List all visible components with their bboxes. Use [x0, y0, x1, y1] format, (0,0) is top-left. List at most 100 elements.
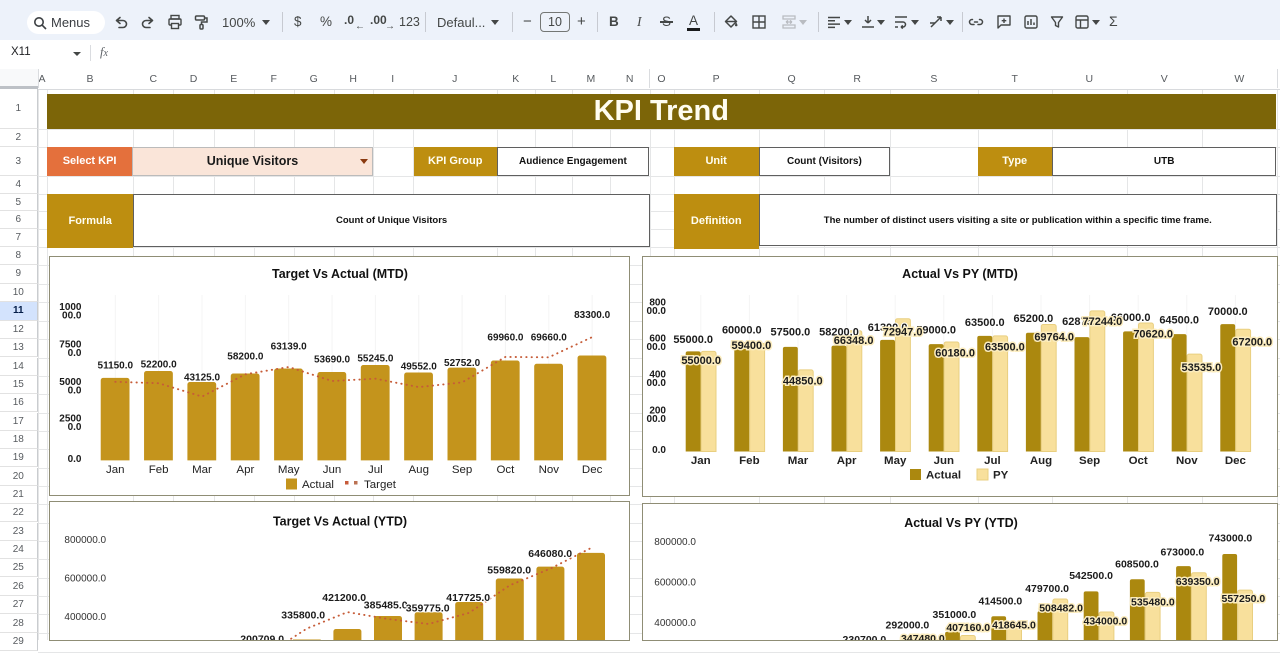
svg-text:57500.0: 57500.0: [770, 326, 810, 338]
svg-text:Mar: Mar: [192, 464, 212, 476]
svg-text:Target Vs Actual (MTD): Target Vs Actual (MTD): [272, 267, 408, 281]
svg-text:53535.0: 53535.0: [1181, 362, 1221, 374]
svg-text:417725.0: 417725.0: [446, 592, 490, 604]
svg-text:55000.0: 55000.0: [681, 355, 721, 367]
svg-text:Mar: Mar: [787, 455, 808, 467]
svg-text:53690.0: 53690.0: [314, 354, 351, 365]
svg-text:00.0: 00.0: [646, 306, 666, 317]
svg-text:58200.0: 58200.0: [227, 351, 264, 362]
svg-text:Apr: Apr: [236, 464, 254, 476]
svg-text:60000.0: 60000.0: [722, 325, 762, 337]
svg-text:230700.0: 230700.0: [842, 634, 886, 641]
svg-text:400000.0: 400000.0: [654, 618, 696, 629]
svg-text:51150.0: 51150.0: [97, 360, 133, 371]
svg-text:646080.0: 646080.0: [528, 548, 572, 560]
svg-text:508482.0: 508482.0: [1039, 603, 1083, 614]
svg-text:PY: PY: [993, 469, 1009, 481]
svg-text:559820.0: 559820.0: [487, 565, 531, 577]
svg-text:Jan: Jan: [690, 455, 710, 467]
svg-text:0.0: 0.0: [67, 385, 81, 396]
svg-text:55000.0: 55000.0: [673, 334, 713, 346]
svg-text:00.0: 00.0: [646, 414, 666, 425]
svg-text:Apr: Apr: [836, 455, 856, 467]
svg-text:0.0: 0.0: [67, 422, 81, 433]
svg-text:535480.0: 535480.0: [1131, 597, 1175, 608]
svg-text:52200.0: 52200.0: [140, 359, 177, 370]
svg-text:418645.0: 418645.0: [992, 620, 1036, 631]
svg-text:673000.0: 673000.0: [1160, 547, 1204, 558]
svg-text:557250.0: 557250.0: [1221, 594, 1265, 605]
svg-text:63139.0: 63139.0: [270, 341, 307, 352]
svg-text:49552.0: 49552.0: [400, 361, 437, 372]
svg-text:Sep: Sep: [1079, 455, 1100, 467]
svg-text:Oct: Oct: [1128, 455, 1147, 467]
svg-text:00.0: 00.0: [62, 310, 82, 321]
svg-text:Jan: Jan: [106, 464, 125, 476]
svg-text:Actual Vs PY (YTD): Actual Vs PY (YTD): [904, 516, 1018, 530]
svg-text:743000.0: 743000.0: [1208, 533, 1252, 544]
svg-text:64500.0: 64500.0: [1159, 315, 1199, 327]
svg-text:83300.0: 83300.0: [574, 310, 611, 321]
svg-text:414500.0: 414500.0: [978, 596, 1022, 607]
svg-text:52752.0: 52752.0: [444, 358, 481, 369]
svg-text:63500.0: 63500.0: [985, 342, 1025, 354]
svg-text:Target Vs Actual (YTD): Target Vs Actual (YTD): [273, 515, 407, 529]
svg-text:479700.0: 479700.0: [1025, 584, 1069, 595]
svg-text:359775.0: 359775.0: [406, 603, 450, 615]
svg-text:600000.0: 600000.0: [64, 574, 106, 585]
svg-text:Oct: Oct: [496, 464, 515, 476]
svg-text:0.0: 0.0: [652, 445, 666, 456]
svg-text:800000.0: 800000.0: [654, 536, 696, 547]
svg-text:44850.0: 44850.0: [783, 375, 823, 387]
svg-text:639350.0: 639350.0: [1175, 576, 1219, 587]
svg-text:0.0: 0.0: [67, 348, 81, 359]
svg-text:385485.0: 385485.0: [364, 600, 408, 612]
svg-text:55245.0: 55245.0: [357, 353, 394, 364]
svg-text:00.0: 00.0: [646, 378, 666, 389]
svg-text:400000.0: 400000.0: [64, 612, 106, 623]
svg-text:Actual Vs PY (MTD): Actual Vs PY (MTD): [902, 267, 1018, 281]
svg-text:60180.0: 60180.0: [935, 348, 975, 360]
svg-text:800000.0: 800000.0: [64, 535, 106, 546]
svg-text:70000.0: 70000.0: [1208, 306, 1248, 318]
svg-text:59400.0: 59400.0: [731, 340, 771, 352]
svg-text:May: May: [278, 464, 300, 476]
svg-text:335800.0: 335800.0: [281, 610, 325, 622]
svg-text:69764.0: 69764.0: [1034, 331, 1074, 343]
svg-text:70620.0: 70620.0: [1133, 328, 1173, 340]
svg-text:292000.0: 292000.0: [885, 620, 929, 631]
svg-text:600000.0: 600000.0: [654, 577, 696, 588]
svg-text:Jul: Jul: [984, 455, 1001, 467]
svg-text:Dec: Dec: [582, 464, 603, 476]
svg-text:Actual: Actual: [926, 469, 961, 481]
svg-text:0.0: 0.0: [67, 454, 81, 465]
svg-text:Jul: Jul: [368, 464, 383, 476]
svg-text:351000.0: 351000.0: [932, 609, 976, 620]
svg-text:608500.0: 608500.0: [1115, 559, 1159, 570]
svg-text:Jun: Jun: [933, 455, 953, 467]
svg-text:May: May: [884, 455, 907, 467]
svg-text:77244.0: 77244.0: [1082, 316, 1122, 328]
svg-text:69960.0: 69960.0: [487, 332, 524, 343]
svg-text:434000.0: 434000.0: [1083, 616, 1127, 627]
svg-text:43125.0: 43125.0: [184, 372, 221, 383]
svg-text:Feb: Feb: [739, 455, 759, 467]
svg-text:Actual: Actual: [302, 479, 334, 491]
svg-text:542500.0: 542500.0: [1069, 571, 1113, 582]
svg-text:63500.0: 63500.0: [965, 317, 1005, 329]
svg-text:421200.0: 421200.0: [322, 592, 366, 604]
svg-text:Aug: Aug: [408, 464, 428, 476]
svg-text:Target: Target: [364, 479, 397, 491]
svg-text:00.0: 00.0: [646, 342, 666, 353]
svg-text:Jun: Jun: [323, 464, 342, 476]
svg-text:Aug: Aug: [1029, 455, 1051, 467]
svg-text:Nov: Nov: [1176, 455, 1198, 467]
svg-text:72947.0: 72947.0: [882, 326, 922, 338]
svg-text:Feb: Feb: [149, 464, 169, 476]
svg-text:Sep: Sep: [452, 464, 472, 476]
svg-text:69660.0: 69660.0: [531, 332, 568, 343]
svg-text:Nov: Nov: [538, 464, 559, 476]
svg-text:66348.0: 66348.0: [833, 335, 873, 347]
svg-text:Dec: Dec: [1224, 455, 1246, 467]
svg-text:407160.0: 407160.0: [946, 622, 990, 633]
